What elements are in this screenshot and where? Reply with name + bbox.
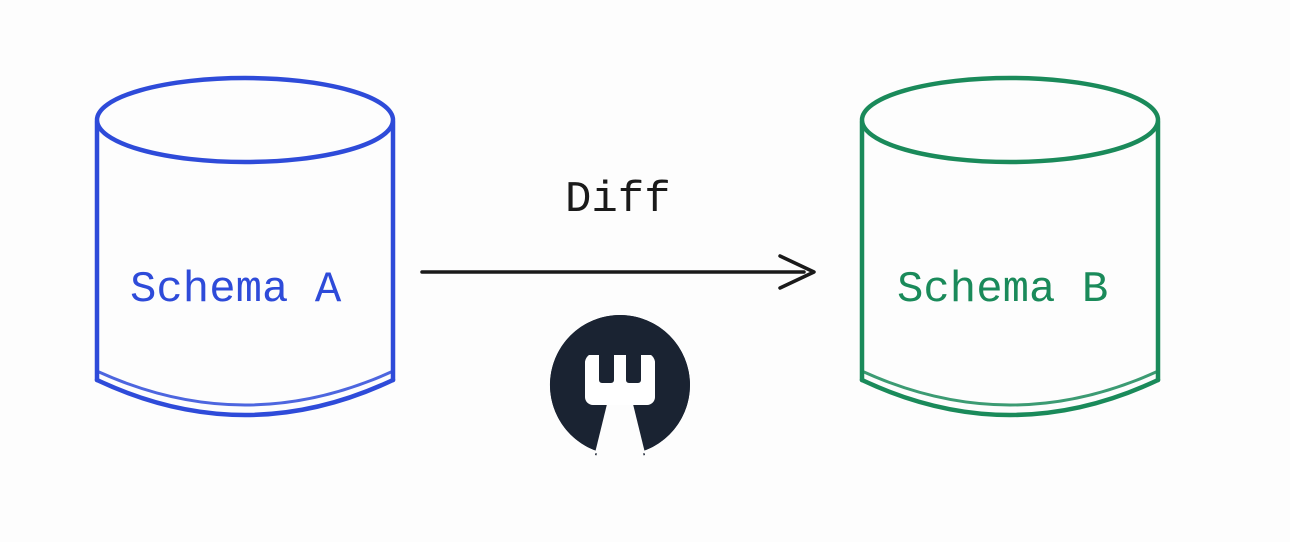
arrow-label: Diff (565, 175, 671, 225)
bytebase-logo-icon (540, 305, 700, 465)
cylinder-right-label: Schema B (897, 265, 1108, 315)
cylinder-left-label: Schema A (130, 265, 341, 315)
schema-diff-diagram: Schema A Diff (0, 0, 1290, 542)
cylinder-left-icon (85, 70, 405, 450)
arrow-icon (420, 252, 820, 292)
cylinder-right-icon (850, 70, 1170, 450)
